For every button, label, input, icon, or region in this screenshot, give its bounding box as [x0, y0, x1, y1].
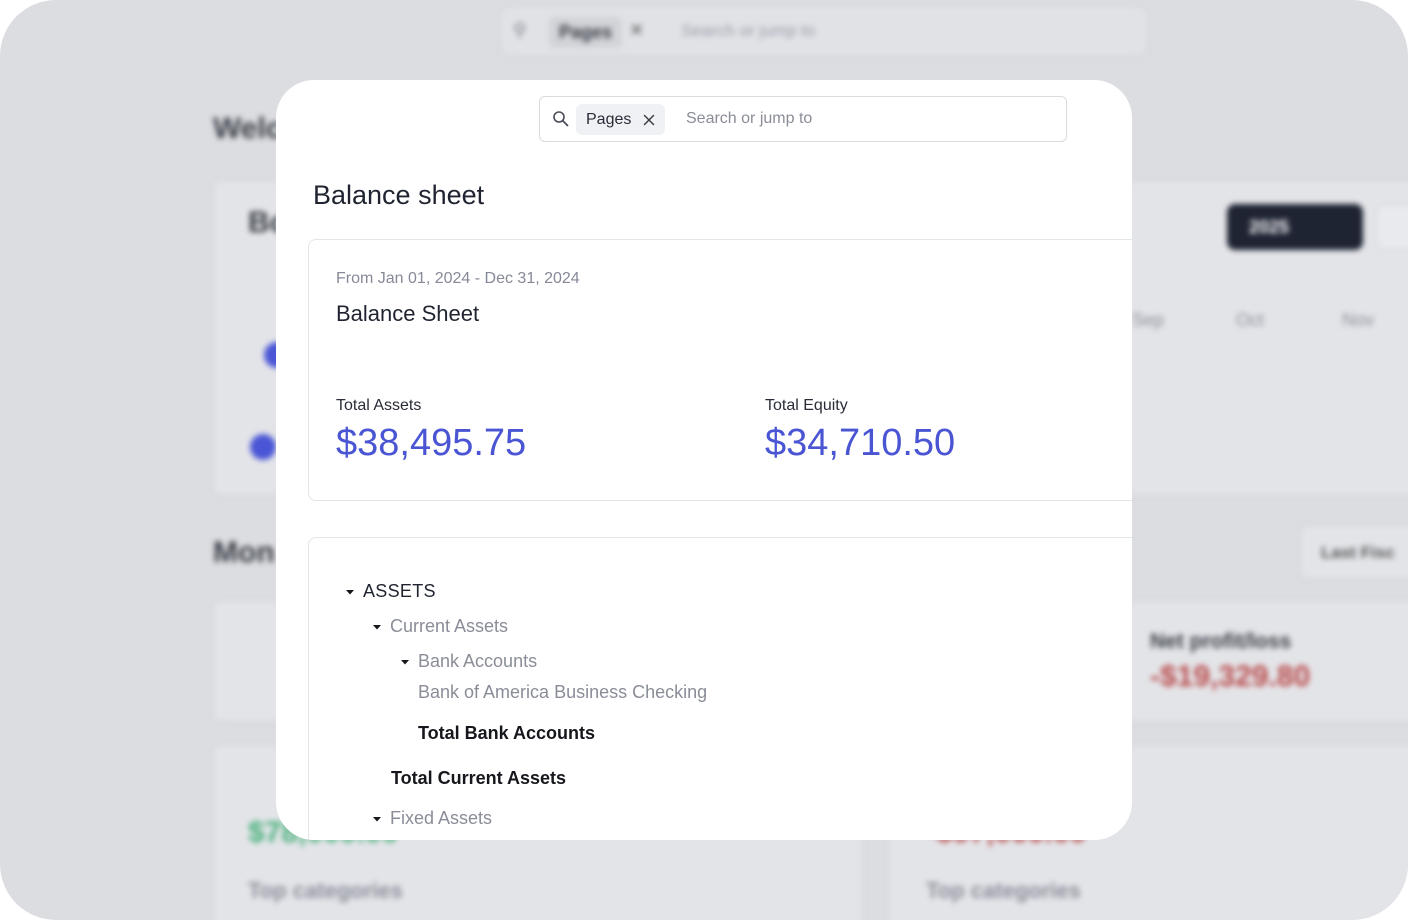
background-pages-chip: Pages	[549, 17, 623, 48]
tree-row-bank-account[interactable]: Bank of America Business Checking	[418, 682, 707, 703]
close-icon[interactable]	[643, 114, 655, 126]
tree-label-total-current-assets: Total Current Assets	[391, 768, 567, 788]
background-net-profit-label: Net profit/loss	[1150, 630, 1292, 653]
caret-down-icon[interactable]	[370, 620, 384, 634]
screen-frame: ⚲ Pages ✕ Search or jump to Welc Bo 2025…	[0, 0, 1408, 920]
tree-label-bank-account: Bank of America Business Checking	[418, 682, 708, 702]
background-search-icon: ⚲	[513, 20, 527, 40]
caret-down-icon[interactable]	[398, 655, 412, 669]
report-date-range: From Jan 01, 2024 - Dec 31, 2024	[336, 270, 580, 287]
tree-row-bank-accounts[interactable]: Bank Accounts	[398, 651, 537, 672]
tree-label-current-assets: Current Assets	[390, 616, 509, 636]
background-month-label: Oct	[1236, 310, 1265, 330]
tree-row-assets[interactable]: ASSETS	[343, 581, 436, 602]
search-icon	[553, 111, 569, 127]
caret-down-icon[interactable]	[343, 585, 357, 599]
background-welcome-heading: Welc	[213, 112, 283, 145]
report-title: Balance Sheet	[336, 301, 480, 326]
tree-label-bank-accounts: Bank Accounts	[418, 651, 538, 671]
background-year-button: 2025	[1227, 204, 1363, 250]
total-assets-value: $38,495.75	[336, 422, 527, 464]
total-equity-label: Total Equity	[765, 397, 848, 414]
background-check-dot	[250, 434, 276, 460]
background-top-categories-label: Top categories	[248, 878, 403, 903]
pages-filter-chip: Pages	[576, 104, 666, 135]
search-bar[interactable]: Pages Search or jump to	[539, 96, 1067, 142]
balance-sheet-modal: Pages Search or jump to Balance sheet Fr…	[276, 80, 1132, 840]
pages-filter-chip-label: Pages	[586, 110, 632, 128]
search-input[interactable]: Search or jump to	[686, 110, 812, 128]
background-last-fiscal-button: Last Fisc	[1300, 525, 1408, 579]
background-month-label: Nov	[1342, 310, 1375, 330]
background-secondary-button	[1376, 204, 1408, 250]
caret-down-icon[interactable]	[370, 812, 384, 826]
page-title: Balance sheet	[313, 180, 485, 210]
background-chip-close-icon: ✕	[629, 20, 645, 40]
balance-sheet-summary-card: From Jan 01, 2024 - Dec 31, 2024 Balance…	[308, 239, 1132, 501]
balance-sheet-tree-card: ASSETS Current Assets Bank Accounts Bank…	[308, 537, 1132, 840]
tree-label-total-bank-accounts: Total Bank Accounts	[418, 723, 596, 743]
tree-label-assets: ASSETS	[363, 581, 436, 601]
tree-row-current-assets[interactable]: Current Assets	[370, 616, 508, 637]
tree-row-total-current-assets: Total Current Assets	[391, 768, 566, 789]
background-search-placeholder: Search or jump to	[681, 21, 816, 40]
background-money-heading: Mon	[213, 536, 275, 569]
background-net-profit-value: -$19,329.80	[1150, 660, 1311, 693]
background-top-categories-label: Top categories	[926, 878, 1081, 903]
total-equity-value: $34,710.50	[765, 422, 956, 464]
total-assets-label: Total Assets	[336, 397, 422, 414]
tree-label-fixed-assets: Fixed Assets	[390, 808, 493, 828]
background-search-bar: ⚲ Pages ✕ Search or jump to	[500, 6, 1148, 56]
tree-row-fixed-assets[interactable]: Fixed Assets	[370, 808, 492, 829]
background-month-label: Sep	[1132, 310, 1165, 330]
tree-row-total-bank-accounts: Total Bank Accounts	[418, 723, 595, 744]
